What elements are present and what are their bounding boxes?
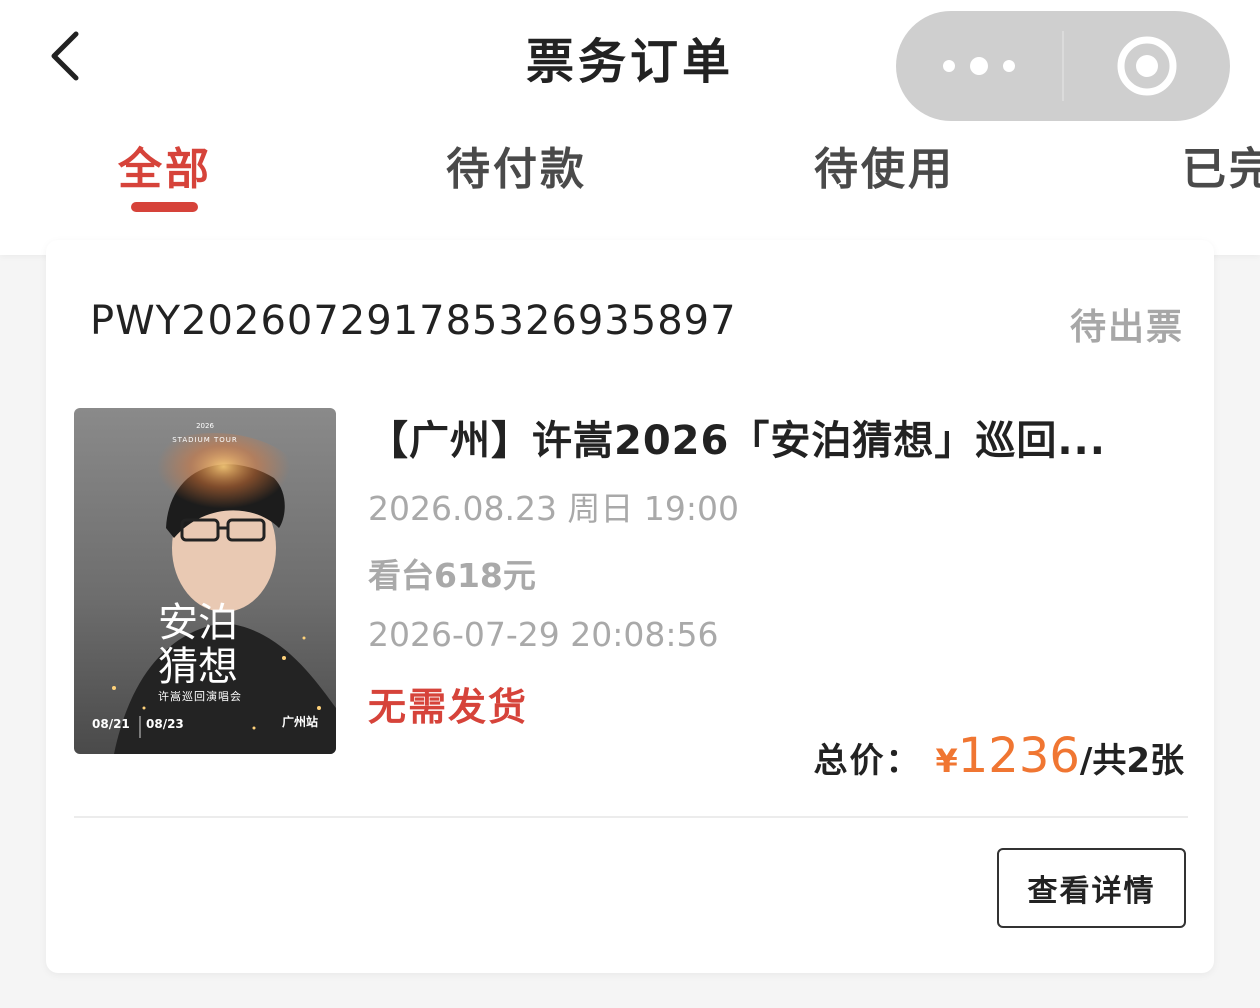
target-circle-icon (1117, 36, 1177, 96)
divider (74, 816, 1188, 818)
poster-title-line1: 安泊 (158, 600, 238, 646)
order-tabs: 全部 待付款 待使用 已完 (0, 125, 1260, 215)
poster-tour: STADIUM TOUR (172, 436, 238, 444)
order-status-badge: 待出票 (1069, 307, 1184, 348)
event-title: 【广州】许嵩2026「安泊猜想」巡回... (368, 418, 1106, 464)
tab-pending-payment[interactable]: 待付款 (446, 133, 587, 197)
poster-image: 2026 STADIUM TOUR 安泊 猜想 许嵩巡回演唱会 08/21 08… (74, 408, 336, 754)
mini-program-capsule (896, 11, 1230, 121)
poster-year: 2026 (196, 422, 214, 430)
event-poster[interactable]: 2026 STADIUM TOUR 安泊 猜想 许嵩巡回演唱会 08/21 08… (74, 408, 336, 754)
delivery-status: 无需发货 (368, 685, 529, 729)
more-dots-icon (943, 57, 1015, 75)
poster-date2: 08/23 (146, 717, 184, 731)
currency-symbol: ¥ (935, 742, 958, 780)
poster-subtitle: 许嵩巡回演唱会 (158, 689, 242, 703)
tab-completed[interactable]: 已完 (1182, 133, 1260, 197)
order-card[interactable]: PWY20260729178532​6935897 待出票 (46, 240, 1214, 973)
tab-all[interactable]: 全部 (118, 133, 212, 197)
active-tab-indicator (131, 202, 198, 212)
order-number: PWY20260729178532​6935897 (90, 298, 737, 344)
total-label: 总价： (813, 741, 922, 781)
view-details-button[interactable]: 查看详情 (997, 848, 1186, 928)
show-time: 2026.08.23 周日 19:00 (368, 489, 740, 528)
poster-date1: 08/21 (92, 717, 130, 731)
order-total: 总价： ¥ 1236 /共2张 (814, 728, 1185, 784)
poster-title-line2: 猜想 (158, 644, 238, 690)
poster-station: 广州站 (282, 714, 318, 729)
ticket-tier: 看台618元 (368, 556, 536, 595)
close-mini-program-button[interactable] (1064, 11, 1230, 121)
order-time: 2026-07-29 20:08:56 (368, 615, 719, 654)
total-amount: 1236 (957, 728, 1080, 784)
ticket-count: /共2张 (1079, 741, 1184, 781)
tab-to-use[interactable]: 待使用 (814, 133, 955, 197)
header: 票务订单 全部 待付款 待使用 已完 (0, 0, 1260, 255)
more-button[interactable] (896, 11, 1062, 121)
